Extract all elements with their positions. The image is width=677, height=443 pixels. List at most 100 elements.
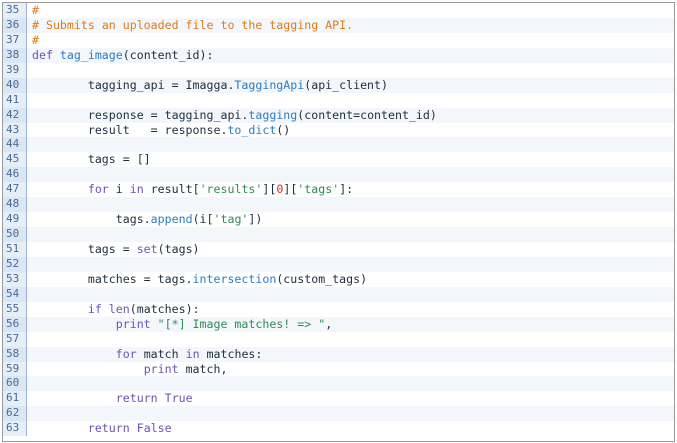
line-number: 52: [3, 256, 27, 272]
code-text: matches = tags.intersection(custom_tags): [27, 272, 674, 287]
line-number: 61: [3, 391, 27, 407]
code-token: ]:: [339, 182, 354, 197]
code-line: 45 tags = []: [3, 152, 674, 168]
line-number: 59: [3, 361, 27, 377]
code-text: tags = []: [27, 152, 674, 167]
line-number: 46: [3, 167, 27, 183]
line-number: 49: [3, 212, 27, 228]
code-token: ,: [325, 316, 333, 331]
code-token: (tags): [157, 242, 200, 256]
code-line: 61 return True: [3, 391, 674, 407]
code-line: 41: [3, 92, 674, 108]
code-token: match,: [178, 361, 228, 376]
code-text: # Submits an uploaded file to the taggin…: [27, 18, 674, 33]
line-number: 51: [3, 242, 27, 257]
line-number: 37: [3, 32, 27, 48]
code-line: 39: [3, 62, 674, 78]
code-line: 42 response = tagging_api.tagging(conten…: [3, 107, 674, 123]
code-token: result[: [143, 182, 200, 197]
code-line: 53 matches = tags.intersection(custom_ta…: [3, 271, 674, 287]
code-text: #: [27, 33, 674, 48]
code-token: response = tagging_api.: [32, 107, 249, 122]
code-line: 52: [3, 256, 674, 272]
code-line: 38 def tag_image(content_id):: [3, 47, 674, 63]
code-token: ]): [248, 212, 263, 227]
line-number: 60: [3, 376, 27, 392]
line-number: 45: [3, 152, 27, 168]
code-line: 40 tagging_api = Imagga.TaggingApi(api_c…: [3, 77, 674, 93]
code-text: tags = set(tags): [27, 242, 674, 257]
code-token: tags = []: [32, 152, 151, 167]
code-token: tag_image: [59, 47, 123, 62]
code-token: i: [108, 182, 130, 197]
code-token: "[*] Image matches! => ": [157, 316, 326, 331]
code-token: set: [136, 242, 158, 256]
code-token: TaggingApi: [234, 77, 305, 92]
code-token: in: [185, 346, 200, 361]
code-token: intersection: [192, 271, 277, 286]
line-number: 54: [3, 286, 27, 302]
line-number: 47: [3, 182, 27, 198]
line-number: 58: [3, 346, 27, 362]
code-token: tags =: [32, 242, 137, 256]
code-line: 48: [3, 197, 674, 213]
code-line: 58 for match in matches:: [3, 346, 674, 362]
code-line: 54: [3, 286, 674, 302]
code-token: to_dict: [227, 122, 277, 137]
code-line: 44: [3, 137, 674, 153]
line-number: 41: [3, 92, 27, 108]
code-text: tags.append(i['tag']): [27, 212, 674, 227]
code-line: 62: [3, 406, 674, 422]
code-token: matches = tags.: [32, 271, 193, 286]
code-token: for: [87, 182, 109, 197]
code-token: 'tags': [297, 182, 340, 197]
code-token: (api_client): [304, 77, 388, 92]
code-listing: 35 #36 # Submits an uploaded file to the t…: [2, 2, 675, 442]
code-line: 59 print match,: [3, 361, 674, 377]
code-line: 57: [3, 331, 674, 347]
code-token: (custom_tags): [276, 271, 368, 286]
code-token: ][: [283, 182, 298, 197]
code-token: if: [87, 301, 102, 316]
line-number: 56: [3, 316, 27, 332]
code-token: tags.: [32, 212, 151, 227]
code-text: print match,: [27, 362, 674, 377]
code-line: 56 print "[*] Image matches! => ",: [3, 316, 674, 332]
code-token: tagging_api = Imagga.: [32, 77, 235, 92]
code-token: len: [108, 301, 130, 316]
code-token: 'results': [199, 182, 263, 197]
code-text: response = tagging_api.tagging(content=c…: [27, 108, 674, 123]
line-number: 40: [3, 77, 27, 93]
code-token: result = response.: [32, 122, 228, 137]
code-token: print: [115, 316, 151, 331]
code-text: tagging_api = Imagga.TaggingApi(api_clie…: [27, 78, 674, 93]
code-token: append: [150, 212, 193, 227]
code-text: print "[*] Image matches! => ",: [27, 317, 674, 332]
code-line: 35 #: [3, 3, 674, 18]
code-token: ][: [262, 182, 277, 197]
code-token: True: [164, 391, 193, 406]
code-token: def: [32, 47, 60, 62]
line-number: 39: [3, 62, 27, 78]
code-token: #: [32, 32, 39, 47]
code-line: 43 result = response.to_dict(): [3, 122, 674, 138]
code-token: match: [136, 346, 186, 361]
code-text: for match in matches:: [27, 347, 674, 362]
code-line: 47 for i in result['results'][0]['tags']…: [3, 182, 674, 198]
code-token: matches:: [199, 346, 263, 361]
line-number: 50: [3, 227, 27, 242]
code-token: (i[: [192, 212, 214, 227]
code-line: 50: [3, 227, 674, 242]
line-number: 57: [3, 331, 27, 347]
code-token: # Submits an uploaded file to the taggin…: [32, 17, 354, 32]
code-text: for i in result['results'][0]['tags']:: [27, 182, 674, 197]
code-line: 60: [3, 376, 674, 392]
code-token: tagging: [248, 107, 298, 122]
code-line: 49 tags.append(i['tag']): [3, 212, 674, 228]
